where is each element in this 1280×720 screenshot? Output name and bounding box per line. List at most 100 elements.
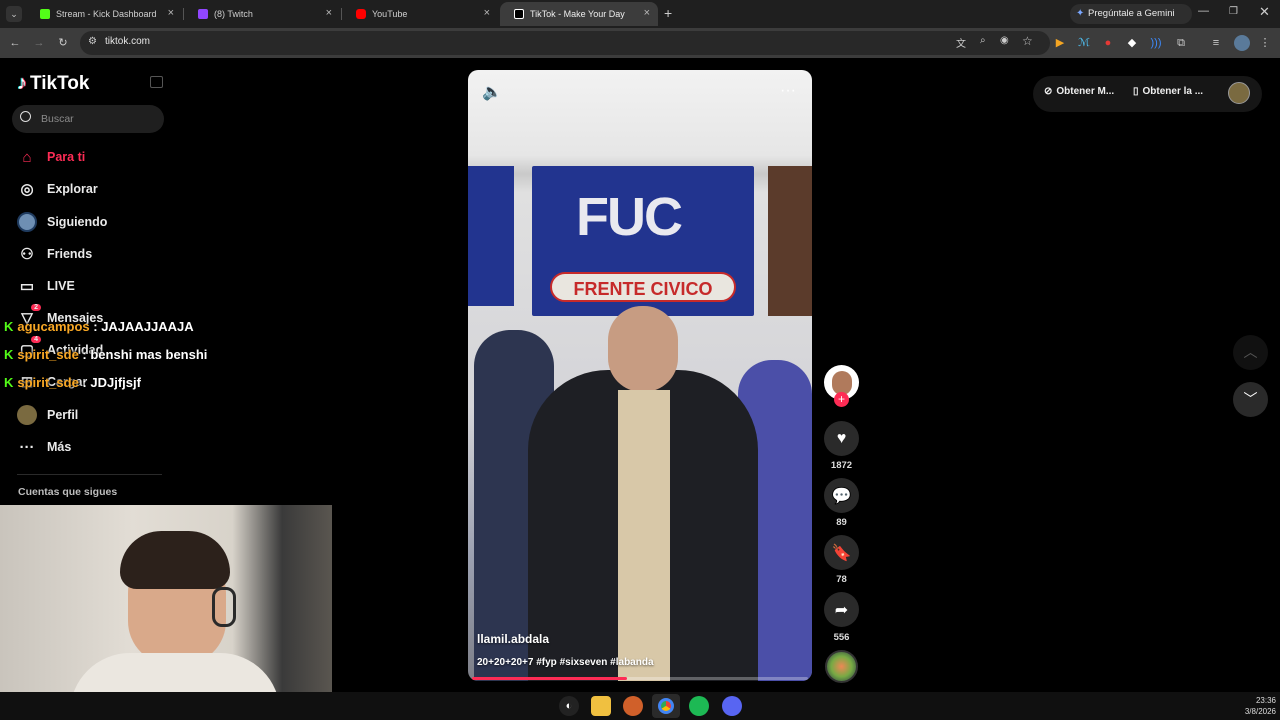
previous-video-button[interactable]: ︿	[1233, 335, 1268, 370]
new-tab-button[interactable]: +	[664, 5, 672, 21]
chat-text: : JDJjfjsjf	[78, 375, 141, 390]
clock-date: 3/8/2026	[1244, 707, 1276, 716]
chat-username: spirit_sde	[17, 375, 79, 390]
profile-avatar[interactable]	[1234, 35, 1250, 51]
sidebar-item-siguiendo[interactable]: Siguiendo	[17, 209, 107, 235]
reload-icon[interactable]: ↻	[55, 35, 71, 51]
tab-tiktok[interactable]: TikTok - Make Your Day ×	[500, 2, 658, 26]
more-options-icon[interactable]: ···	[780, 82, 796, 100]
get-app-button[interactable]: ▯ Obtener la ...	[1133, 86, 1203, 97]
following-avatar-icon	[17, 212, 37, 232]
chat-text: : JAJAAJJAAJA	[89, 319, 194, 334]
compass-icon: ◎	[20, 181, 34, 198]
heart-icon: ♥	[836, 429, 847, 447]
get-coins-label: Obtener M...	[1056, 86, 1115, 97]
tiktok-logo[interactable]: ♪ TikTok	[17, 72, 89, 95]
like-button[interactable]: ♥	[824, 421, 859, 456]
sidebar-item-friends[interactable]: ⚇ Friends	[17, 241, 92, 267]
headphones	[212, 587, 236, 627]
search-icon	[20, 111, 31, 122]
sidebar-item-para-ti[interactable]: ⌂ Para ti	[17, 144, 85, 170]
follow-plus-icon[interactable]: +	[834, 392, 849, 407]
search-box[interactable]: Buscar	[12, 105, 164, 133]
game-launcher-icon[interactable]	[623, 696, 643, 716]
tab-search-button[interactable]: ⌄	[6, 6, 22, 22]
get-coins-button[interactable]: ⊘ Obtener M...	[1044, 86, 1114, 97]
minimize-button[interactable]: —	[1198, 5, 1209, 17]
close-icon[interactable]: ×	[326, 7, 332, 19]
music-disc-icon[interactable]	[825, 650, 858, 683]
video-caption: 20+20+20+7 #fyp #sixseven #labanda	[477, 657, 654, 668]
sidebar-item-label: Siguiendo	[47, 215, 108, 229]
extension-record-icon[interactable]: ●	[1100, 35, 1116, 51]
file-explorer-icon[interactable]	[591, 696, 611, 716]
extension-diamond-icon[interactable]: ◆	[1124, 35, 1140, 51]
chrome-icon[interactable]	[652, 694, 680, 718]
save-button[interactable]: 🔖	[824, 535, 859, 570]
extensions-puzzle-icon[interactable]: ⧉	[1173, 35, 1189, 51]
browser-tab-strip: ⌄ Stream - Kick Dashboard × (8) Twitch ×…	[0, 0, 1280, 28]
close-icon[interactable]: ×	[168, 7, 174, 19]
tab-label: Stream - Kick Dashboard	[56, 9, 157, 19]
sidebar-item-live[interactable]: ▭ LIVE	[17, 273, 75, 299]
obs-icon[interactable]: ◐	[559, 696, 579, 716]
eye-icon[interactable]: ◉	[1000, 35, 1009, 46]
forward-icon[interactable]: →	[31, 35, 47, 51]
window-close-button[interactable]: ✕	[1259, 4, 1270, 20]
translate-icon[interactable]: 文	[956, 35, 966, 50]
like-count: 1872	[830, 460, 853, 471]
bookmark-star-icon[interactable]: ☆	[1022, 34, 1033, 48]
spotify-icon[interactable]	[689, 696, 709, 716]
menu-kebab-icon[interactable]: ⋮	[1257, 35, 1273, 51]
back-icon[interactable]: ←	[7, 35, 23, 51]
video-banner: FUC FRENTE CIVICO	[532, 166, 754, 316]
extension-translate-icon[interactable]: ℳ	[1076, 35, 1092, 51]
tab-twitch[interactable]: (8) Twitch ×	[184, 2, 340, 26]
youtube-icon	[356, 9, 366, 19]
address-bar[interactable]: ⚙ tiktok.com 文 ⌕ ◉ ☆	[80, 31, 1050, 55]
video-banner-right	[768, 166, 812, 316]
share-icon: ➦	[834, 601, 849, 619]
sidebar-item-explorar[interactable]: ◎ Explorar	[17, 176, 98, 202]
bookmark-icon: 🔖	[831, 544, 852, 562]
video-player[interactable]: FUC FRENTE CIVICO 🔈 ··· llamil.abdala 20…	[468, 70, 812, 681]
extension-play-icon[interactable]: ▶	[1052, 35, 1068, 51]
url-text: tiktok.com	[105, 36, 151, 47]
next-video-button[interactable]: ﹀	[1233, 382, 1268, 417]
comment-button[interactable]: 💬	[824, 478, 859, 513]
clock-time: 23:36	[1255, 696, 1276, 705]
sidebar-item-label: Explorar	[47, 182, 98, 196]
get-app-label: Obtener la ...	[1142, 86, 1204, 97]
sidebar-item-mas[interactable]: ··· Más	[17, 434, 72, 460]
video-progress-track[interactable]	[472, 677, 808, 680]
restore-button[interactable]: ❐	[1229, 6, 1238, 17]
gemini-button[interactable]: ✦ Pregúntale a Gemini	[1070, 4, 1192, 24]
tab-kick[interactable]: Stream - Kick Dashboard ×	[26, 2, 182, 26]
share-button[interactable]: ➦	[824, 592, 859, 627]
kick-badge-icon: K	[4, 347, 14, 362]
chat-message: Kspirit_sde : benshi mas benshi	[4, 347, 207, 362]
video-banner-left	[468, 166, 514, 306]
comment-icon: 💬	[831, 487, 852, 505]
video-author[interactable]: llamil.abdala	[477, 632, 549, 646]
live-icon: ▭	[19, 278, 35, 295]
sidebar-item-perfil[interactable]: Perfil	[17, 402, 78, 428]
tab-youtube[interactable]: YouTube ×	[342, 2, 498, 26]
sidebar-item-label: Perfil	[47, 408, 79, 422]
user-avatar[interactable]	[1228, 82, 1250, 104]
zoom-icon[interactable]: ⌕	[980, 35, 986, 46]
close-icon[interactable]: ×	[644, 7, 650, 19]
mute-icon[interactable]: 🔈	[482, 82, 502, 102]
chat-text: : benshi mas benshi	[78, 347, 208, 362]
messages-badge: 2	[31, 304, 41, 311]
collapse-sidebar-icon[interactable]	[150, 76, 163, 88]
extension-audio-icon[interactable]: )))	[1148, 35, 1164, 51]
profile-avatar-icon	[17, 405, 37, 425]
kick-badge-icon: K	[4, 319, 14, 334]
sidebar-item-label: Friends	[47, 247, 93, 261]
tab-label: (8) Twitch	[214, 9, 253, 19]
site-info-icon[interactable]: ⚙	[88, 36, 97, 47]
close-icon[interactable]: ×	[484, 7, 490, 19]
media-control-icon[interactable]: ≡	[1208, 35, 1224, 51]
discord-icon[interactable]	[722, 696, 742, 716]
